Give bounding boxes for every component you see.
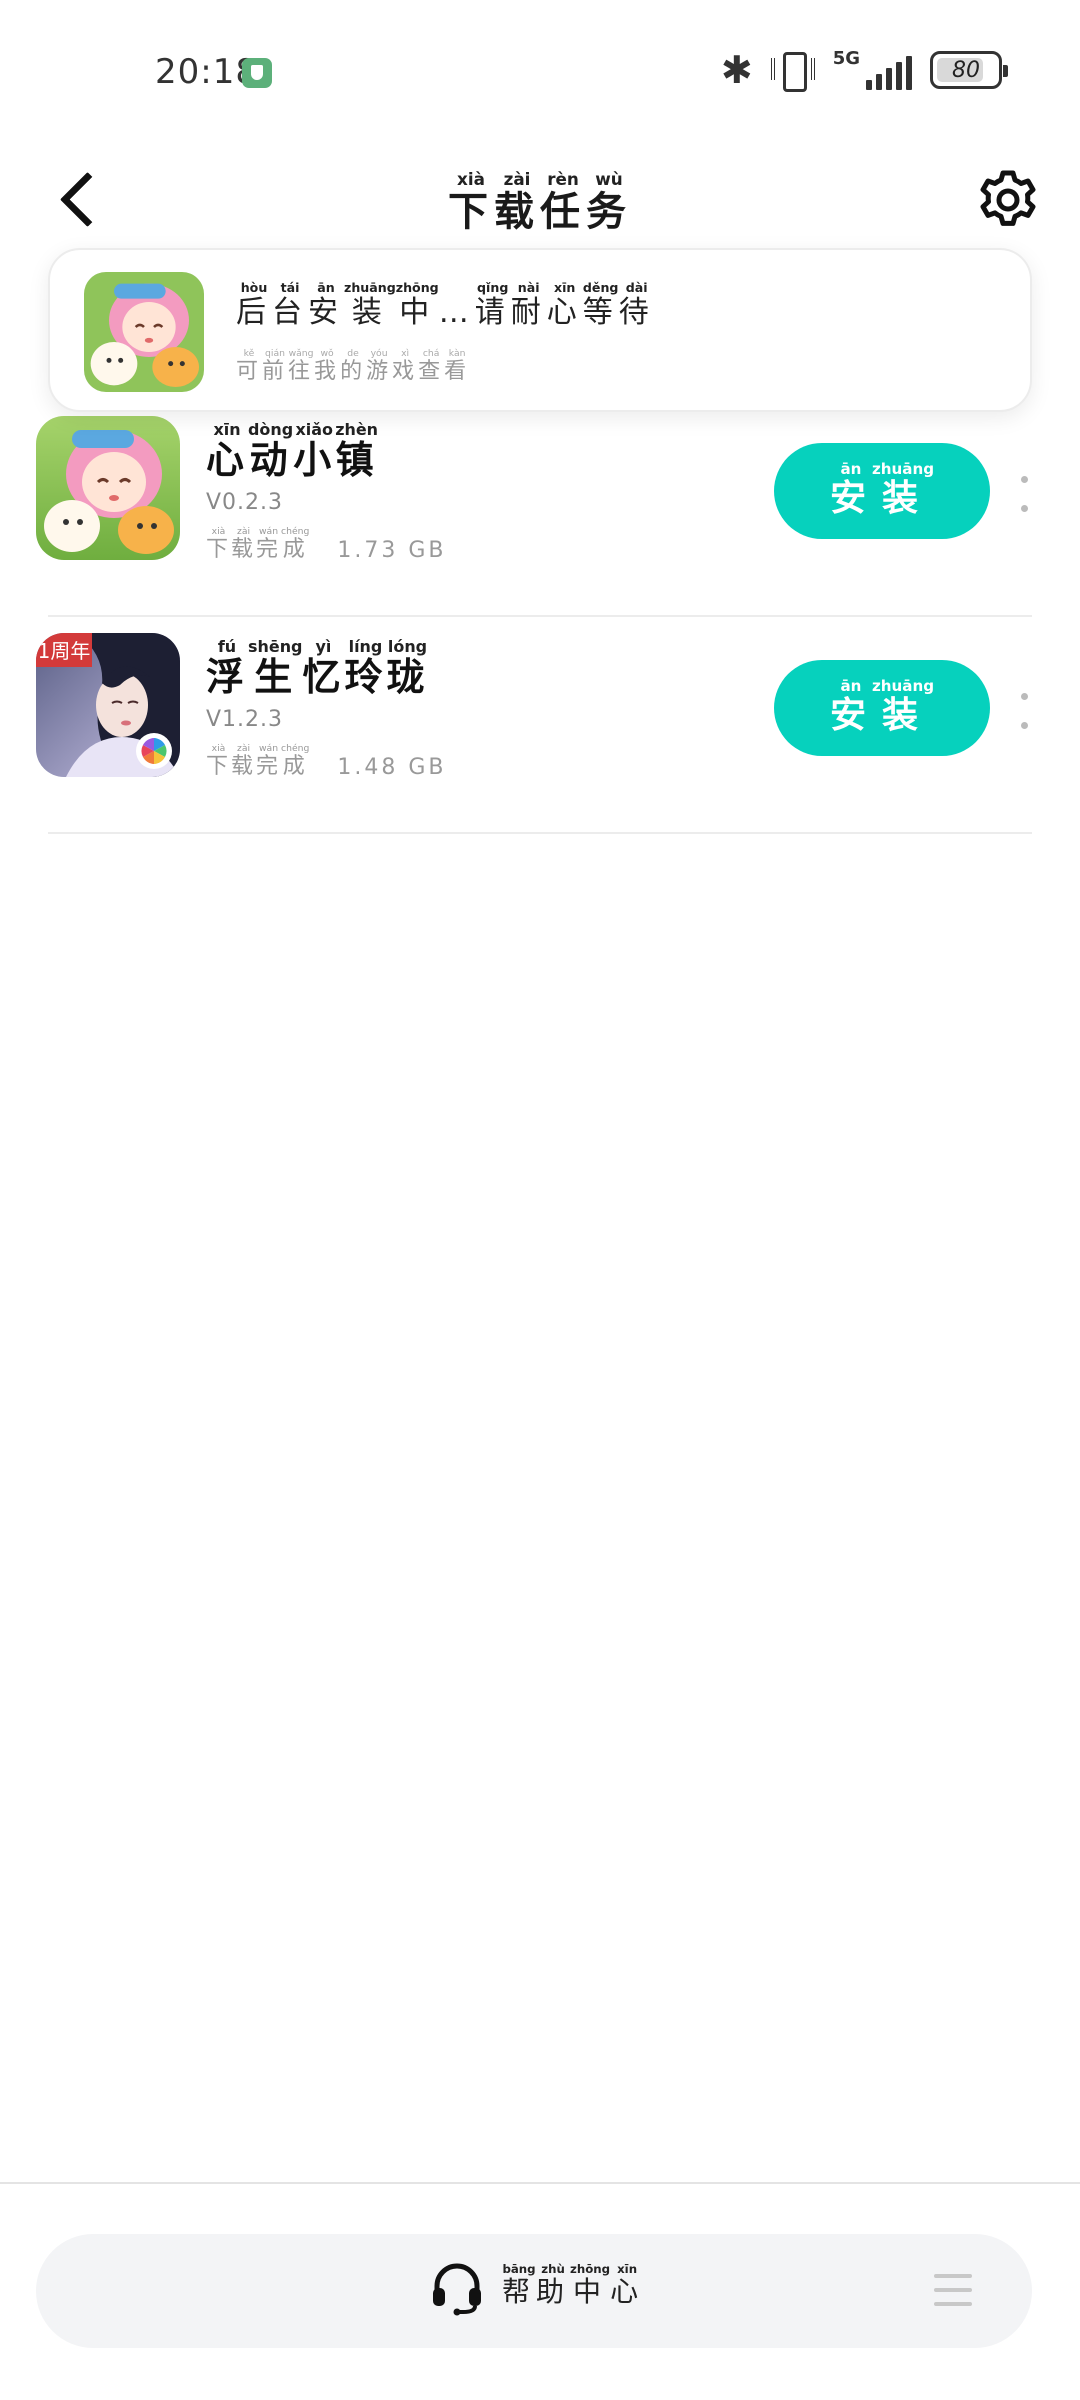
status-bar: 20:18 ✱ 5G 80 [0, 0, 1080, 140]
file-size: 1.73 GB [337, 538, 447, 563]
download-status: 下xià载zài完wán成chéng 1.73 GB [206, 526, 447, 563]
download-item: 1周年 浮fú生shēng忆yì玲líng珑lóng V1.2.3 下xià载z… [0, 617, 1080, 834]
help-bar[interactable]: 帮bāng助zhù中zhōng心xīn [36, 2234, 1032, 2348]
game-version: V0.2.3 [206, 490, 284, 515]
dot [1020, 722, 1028, 729]
dot [1020, 476, 1028, 483]
game-icon-xindong[interactable] [36, 416, 180, 560]
download-list: 心xīn动dòng小xiǎo镇zhèn V0.2.3 下xià载zài完wán成… [0, 400, 1080, 834]
network-type: 5G [832, 48, 860, 69]
more-options-button[interactable] [1014, 689, 1034, 733]
battery-level: 80 [952, 57, 980, 83]
dot [1020, 693, 1028, 700]
headset-icon [433, 2263, 481, 2316]
bluetooth-icon: ✱ [720, 48, 753, 92]
help-center-button[interactable]: 帮bāng助zhù中zhōng心xīn [428, 2258, 644, 2316]
vibrate-icon [770, 50, 815, 92]
anniversary-badge: 1周年 [38, 639, 91, 663]
more-options-button[interactable] [1014, 472, 1034, 516]
settings-button[interactable] [976, 168, 1040, 232]
header: 下xià载zài任rèn务wù [0, 150, 1080, 250]
file-size: 1.48 GB [337, 755, 447, 780]
menu-icon[interactable] [934, 2274, 972, 2306]
install-button[interactable]: 安ān 装zhuāng [774, 443, 990, 539]
install-toast[interactable]: 后hòu台tái安ān装zhuāng中zhōng…请qǐng耐nài心xīn等d… [48, 248, 1032, 412]
download-status: 下xià载zài完wán成chéng 1.48 GB [206, 743, 447, 780]
download-item: 心xīn动dòng小xiǎo镇zhèn V0.2.3 下xià载zài完wán成… [0, 400, 1080, 617]
battery-icon: 80 [930, 51, 1008, 89]
game-icon-xindong [84, 272, 204, 392]
game-name: 心xīn动dòng小xiǎo镇zhèn [206, 420, 379, 482]
install-button[interactable]: 安ān 装zhuāng [774, 660, 990, 756]
gear-icon [980, 170, 1036, 226]
page-title: 下xià载zài任rèn务wù [448, 169, 632, 235]
divider [48, 832, 1032, 834]
help-center-label: 帮bāng助zhù中zhōng心xīn [502, 2262, 645, 2308]
toast-title: 后hòu台tái安ān装zhuāng中zhōng…请qǐng耐nài心xīn等d… [236, 280, 655, 330]
status-label: 下xià载zài完wán成chéng [206, 743, 310, 779]
dot [1020, 505, 1028, 512]
signal-icon: 5G [833, 50, 912, 90]
game-name: 浮fú生shēng忆yì玲líng珑lóng [206, 637, 429, 699]
shield-icon [242, 58, 272, 88]
game-version: V1.2.3 [206, 707, 284, 732]
toast-subtitle: 可kě前qián往wǎng我wǒ的de游yóu戏xì查chá看kàn [236, 348, 471, 384]
status-icons: ✱ 5G 80 [720, 48, 1008, 92]
menu-line [934, 2288, 972, 2292]
status-label: 下xià载zài完wán成chéng [206, 526, 310, 562]
menu-line [934, 2274, 972, 2278]
menu-line [934, 2302, 972, 2306]
game-icon-fusheng[interactable]: 1周年 [36, 633, 180, 777]
footer-divider [0, 2182, 1080, 2184]
